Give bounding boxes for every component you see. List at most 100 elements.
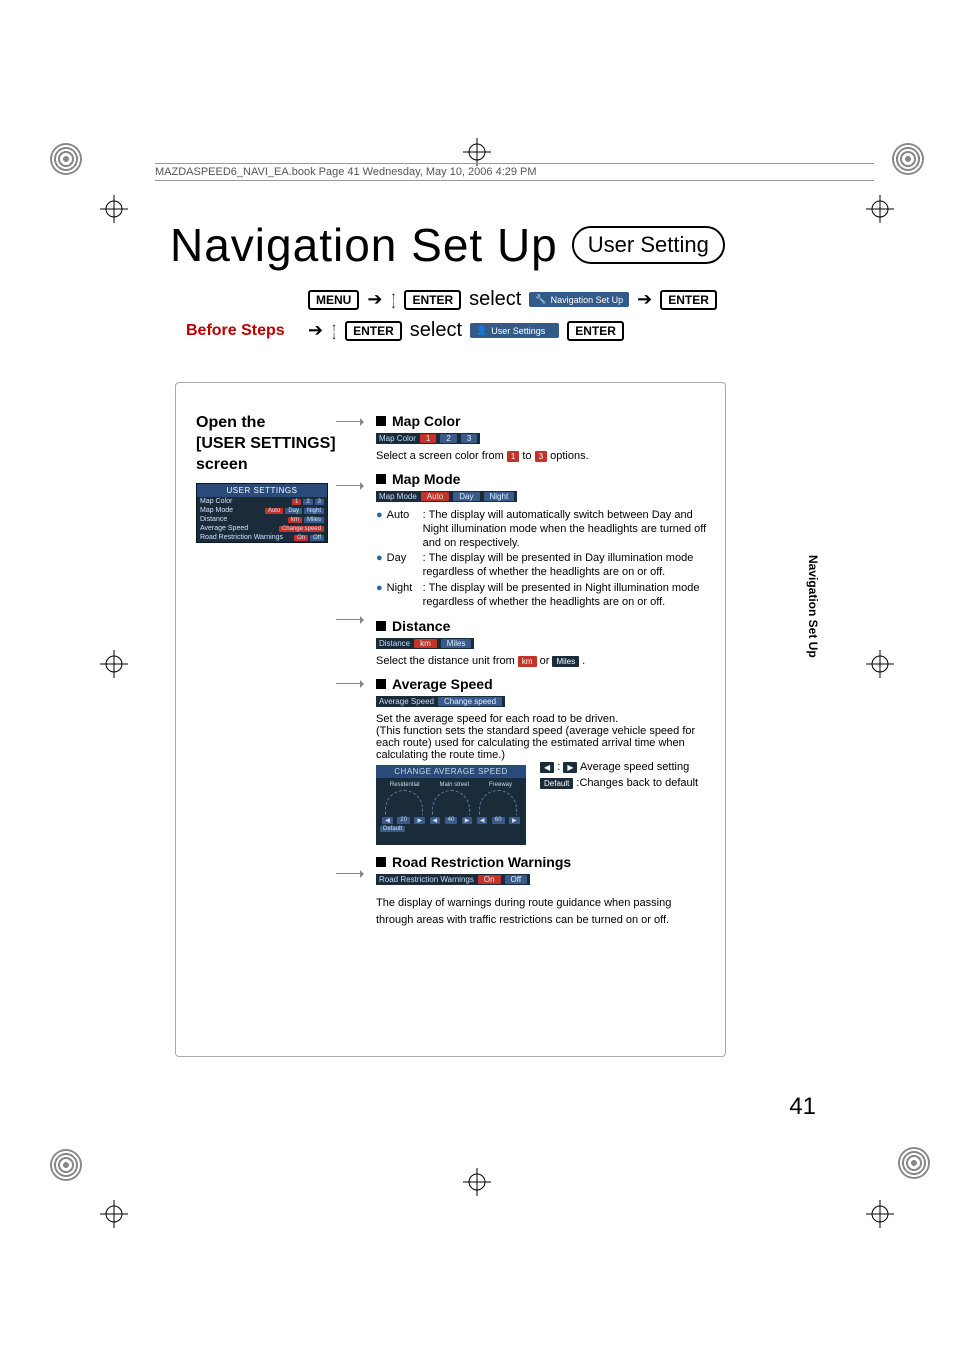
user-settings-panel-img: USER SETTINGS Map Color123Map ModeAutoDa… bbox=[196, 483, 328, 543]
note-text: to bbox=[522, 450, 534, 462]
enter-key: ENTER bbox=[660, 290, 717, 310]
bullet-icon: ● bbox=[376, 552, 383, 580]
distance-bar: Distance km Miles bbox=[376, 638, 474, 649]
crop-mark bbox=[463, 1168, 491, 1196]
map-mode-item-desc: : The display will be presented in Night… bbox=[423, 582, 711, 610]
leader-arrow bbox=[336, 873, 362, 874]
left-arrow-icon: ◀ bbox=[477, 817, 488, 824]
left-column: Open the [USER SETTINGS] screen USER SET… bbox=[196, 413, 346, 543]
enter-key: ENTER bbox=[404, 290, 461, 310]
legend-text: :Changes back to default bbox=[576, 777, 698, 789]
bullet-icon: ● bbox=[376, 509, 383, 550]
gauge-icon bbox=[479, 790, 517, 815]
inline-chip: Miles bbox=[552, 656, 579, 667]
nav-setup-chip: 🔧 Navigation Set Up bbox=[529, 292, 629, 307]
note-text: Select the distance unit from bbox=[376, 655, 518, 667]
usp-opt: Miles bbox=[304, 517, 324, 523]
note-text: or bbox=[540, 655, 553, 667]
usp-row-opts: OnOff bbox=[294, 535, 324, 541]
gauge-col: Freeway bbox=[489, 782, 512, 788]
gauge-val: 60 bbox=[492, 817, 505, 824]
avg-speed-bar: Average Speed Change speed bbox=[376, 696, 505, 707]
crop-medallion bbox=[892, 143, 924, 175]
usp-opt: 2 bbox=[303, 499, 312, 505]
bar-opt: Change speed bbox=[438, 697, 502, 706]
flow-row-2: ➔ ↑↓ ENTER select 👤User Settings ENTER bbox=[308, 319, 726, 342]
map-mode-heading: Map Mode bbox=[376, 471, 711, 487]
note-text: options. bbox=[550, 450, 589, 462]
gauge-col: Main street bbox=[439, 782, 469, 788]
crop-mark bbox=[866, 195, 894, 223]
user-settings-panel-row: Map Color123 bbox=[197, 497, 327, 506]
bar-label: Map Color bbox=[379, 434, 416, 443]
nav-setup-chip-label: Navigation Set Up bbox=[551, 295, 624, 305]
usp-row-label: Distance bbox=[200, 516, 227, 523]
left-arrow-icon: ◀ bbox=[430, 817, 441, 824]
map-mode-item-name: Night bbox=[387, 582, 419, 610]
right-arrow-icon: ▶ bbox=[509, 817, 520, 824]
user-settings-panel-row: Map ModeAutoDayNight bbox=[197, 506, 327, 515]
default-button-img: Default bbox=[380, 826, 405, 832]
section-distance: Distance Distance km Miles Select the di… bbox=[376, 618, 711, 667]
map-mode-item-desc: : The display will be presented in Day i… bbox=[423, 552, 711, 580]
avg-speed-note: Set the average speed for each road to b… bbox=[376, 713, 711, 761]
leader-arrow bbox=[336, 485, 362, 486]
distance-heading: Distance bbox=[376, 618, 711, 634]
page-number: 41 bbox=[789, 1093, 816, 1121]
map-mode-bar: Map Mode Auto Day Night bbox=[376, 491, 517, 502]
avg-speed-heading-text: Average Speed bbox=[392, 676, 493, 692]
gauge-icon bbox=[432, 790, 470, 815]
open-heading-l3: screen bbox=[196, 456, 248, 473]
crop-mark bbox=[866, 650, 894, 678]
bar-opt: Miles bbox=[441, 639, 472, 648]
enter-key: ENTER bbox=[345, 321, 402, 341]
usp-row-label: Average Speed bbox=[200, 525, 248, 532]
usp-opt: On bbox=[294, 535, 308, 541]
bar-opt: Auto bbox=[421, 492, 449, 501]
road-restriction-bar: Road Restriction Warnings On Off bbox=[376, 874, 530, 885]
bar-opt: 3 bbox=[461, 434, 477, 443]
legend-text: Average speed setting bbox=[580, 761, 689, 773]
usp-row-opts: Change speed bbox=[279, 526, 324, 532]
wrench-icon: 🔧 bbox=[535, 294, 546, 305]
map-mode-item-desc: : The display will automatically switch … bbox=[423, 509, 711, 550]
inline-chip: km bbox=[518, 656, 537, 667]
map-color-heading-text: Map Color bbox=[392, 413, 460, 429]
user-settings-chip-label: User Settings bbox=[491, 326, 545, 336]
map-color-bar: Map Color 1 2 3 bbox=[376, 433, 480, 444]
person-icon: 👤 bbox=[476, 325, 487, 336]
usp-opt: Night bbox=[304, 508, 324, 514]
left-arrow-icon: ◀ bbox=[540, 762, 554, 773]
up-down-icon: ↑↓ bbox=[331, 323, 337, 339]
open-heading-l1: Open the bbox=[196, 414, 265, 431]
leader-arrow bbox=[336, 421, 362, 422]
bar-opt: Night bbox=[484, 492, 515, 501]
crop-mark bbox=[866, 1200, 894, 1228]
section-average-speed: Average Speed Average Speed Change speed… bbox=[376, 676, 711, 845]
avg-speed-legend: ◀ : ▶ Average speed setting Default :Cha… bbox=[540, 761, 698, 789]
map-mode-item: ●Day: The display will be presented in D… bbox=[376, 552, 711, 580]
section-road-restriction: Road Restriction Warnings Road Restricti… bbox=[376, 854, 711, 928]
crop-mark bbox=[100, 195, 128, 223]
road-restriction-heading-text: Road Restriction Warnings bbox=[392, 854, 571, 870]
left-arrow-icon: ◀ bbox=[382, 817, 393, 824]
map-mode-bullets: ●Auto: The display will automatically sw… bbox=[376, 509, 711, 609]
subtitle-oval: User Setting bbox=[572, 226, 725, 264]
bar-opt: 1 bbox=[420, 434, 436, 443]
map-mode-item: ●Auto: The display will automatically sw… bbox=[376, 509, 711, 550]
leader-arrow bbox=[336, 683, 362, 684]
usp-row-label: Road Restriction Warnings bbox=[200, 534, 283, 541]
before-steps-label: Before Steps bbox=[186, 322, 285, 340]
note-text: Select a screen color from bbox=[376, 450, 507, 462]
flow-row-1: MENU ➔ ↑↓ ENTER select 🔧Navigation Set U… bbox=[308, 288, 726, 311]
gauge-val: 40 bbox=[445, 817, 458, 824]
right-arrow-icon: ▶ bbox=[462, 817, 473, 824]
usp-row-opts: kmMiles bbox=[288, 517, 324, 523]
open-heading-l2: [USER SETTINGS] bbox=[196, 435, 336, 452]
before-steps: Before Steps MENU ➔ ↑↓ ENTER select 🔧Nav… bbox=[176, 288, 726, 342]
user-settings-panel-row: Distance kmMiles bbox=[197, 515, 327, 524]
distance-heading-text: Distance bbox=[392, 618, 450, 634]
note-text: . bbox=[582, 655, 585, 667]
gauge-icon bbox=[385, 790, 423, 815]
crop-medallion bbox=[898, 1147, 930, 1179]
